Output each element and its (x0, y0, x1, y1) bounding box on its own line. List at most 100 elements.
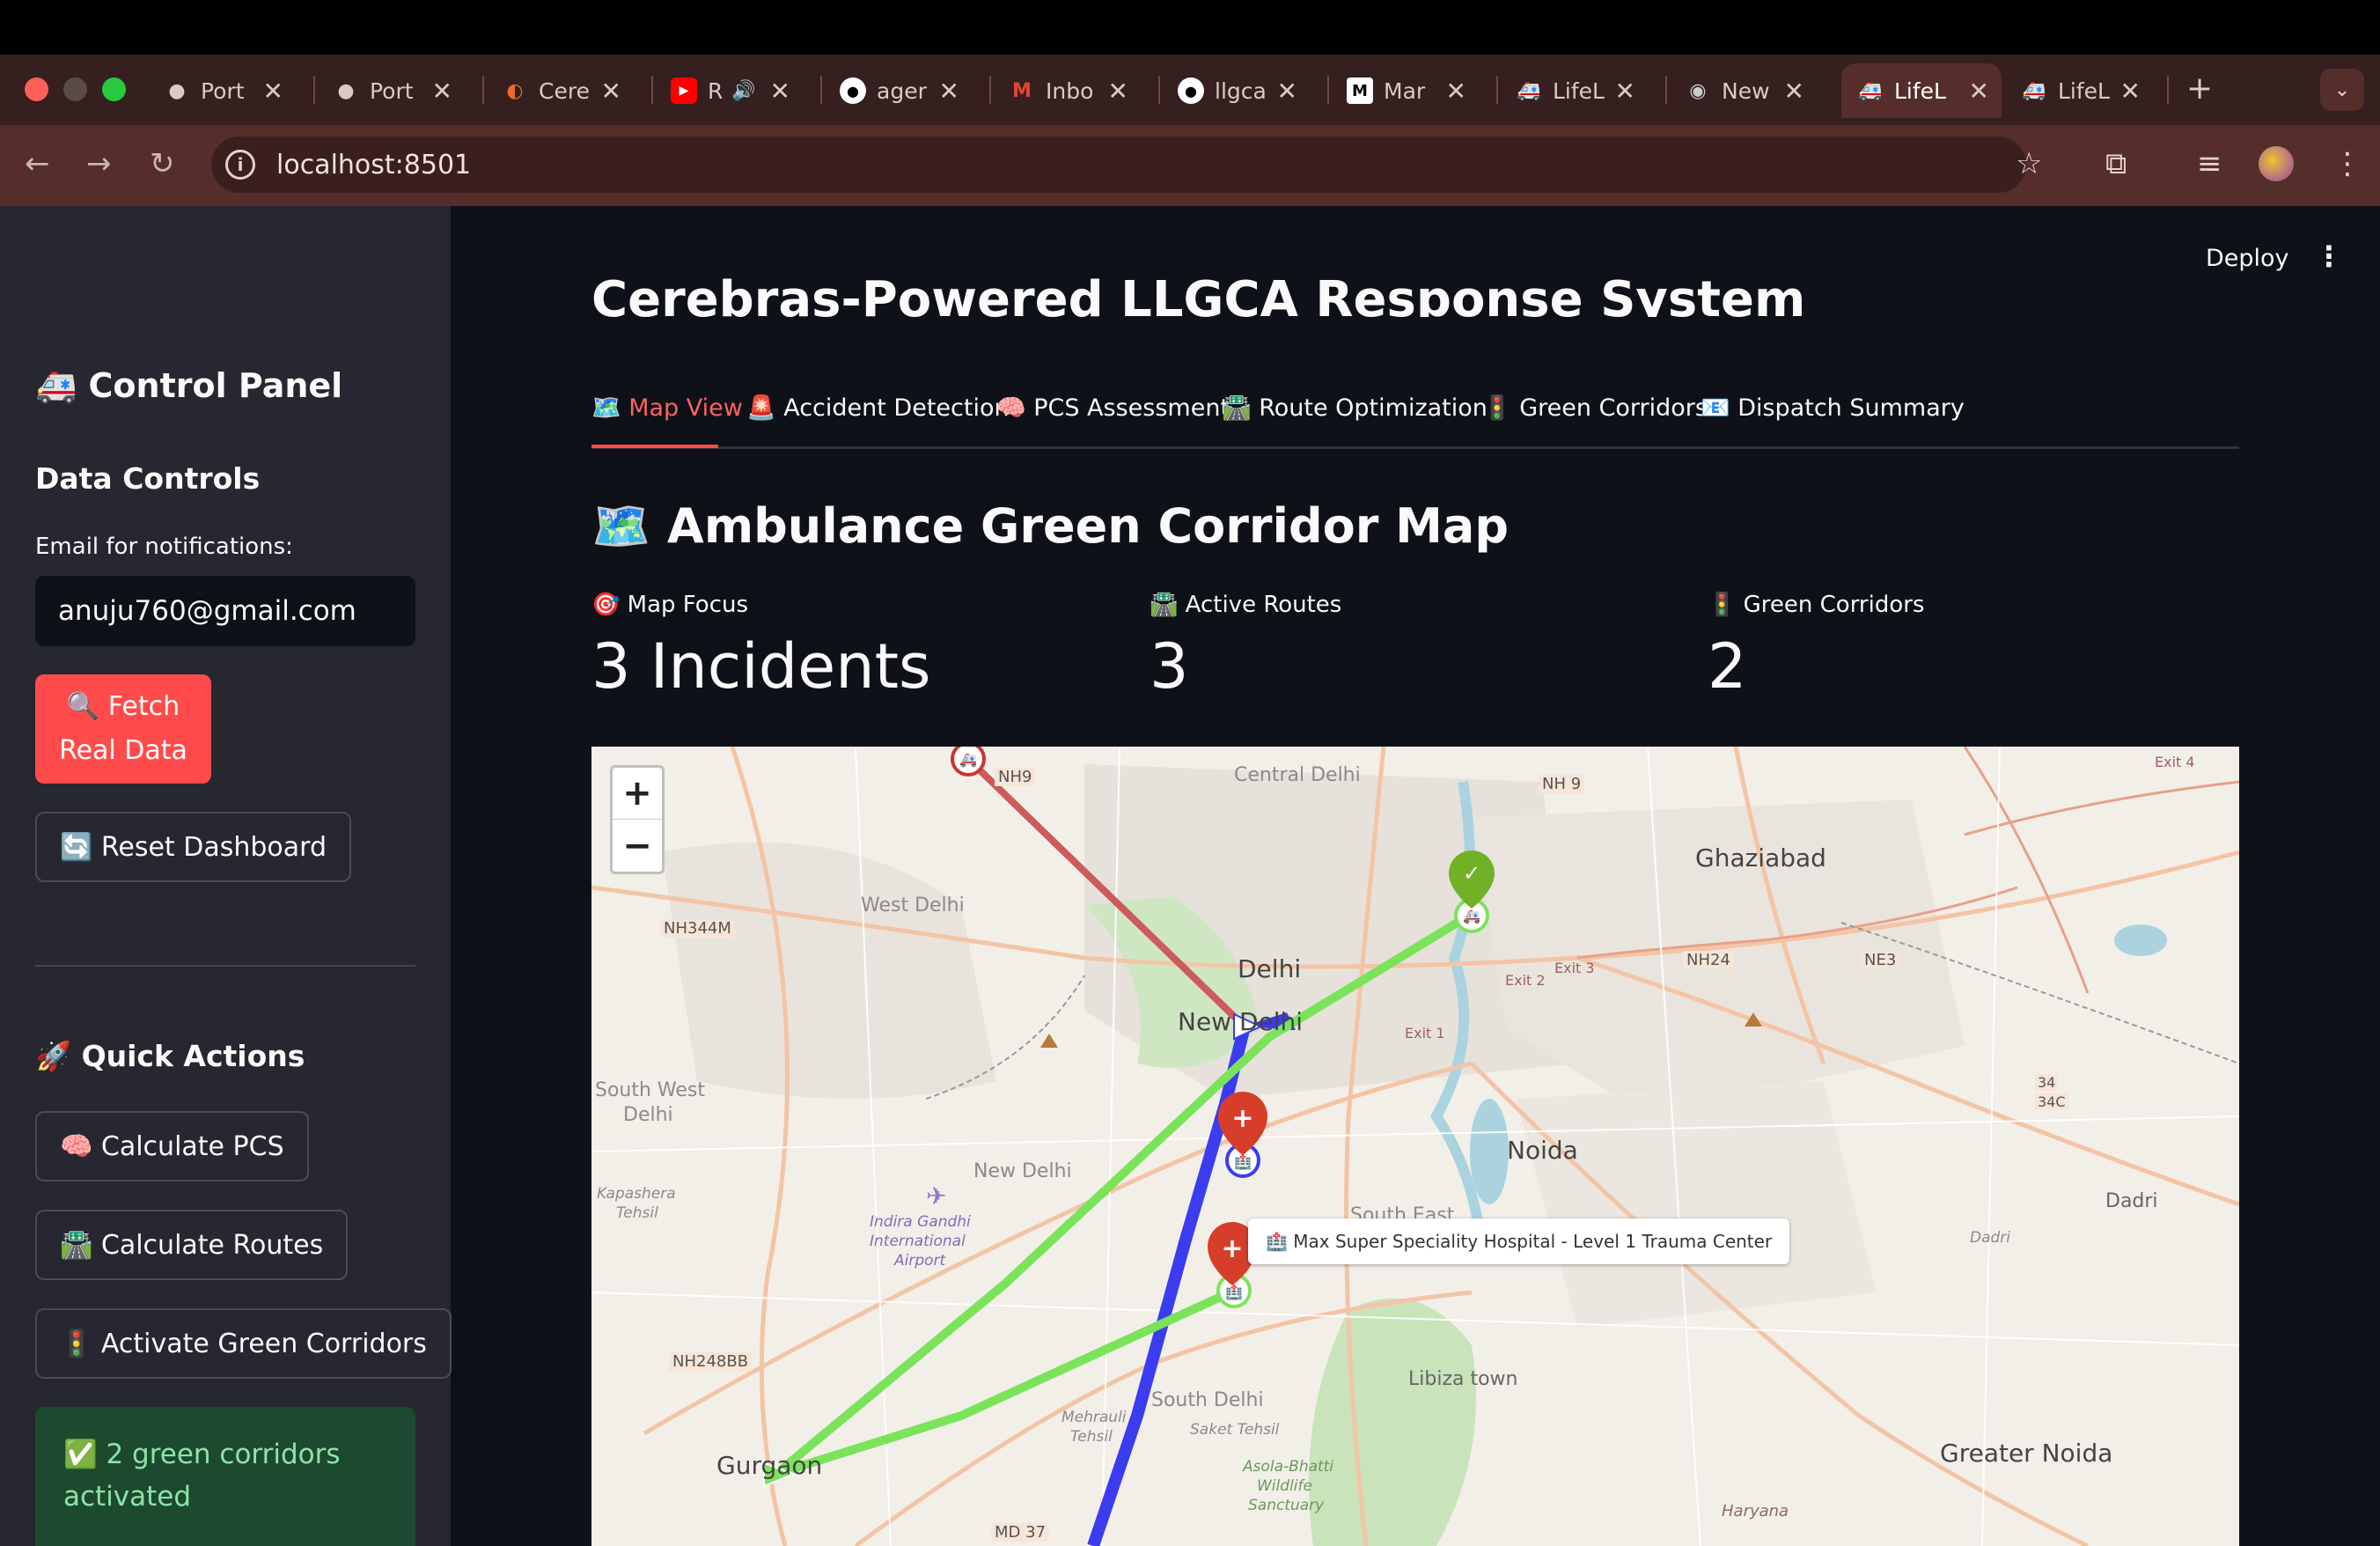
browser-tab[interactable]: ● Port ✕ (164, 63, 296, 118)
tab-separator (1327, 76, 1329, 104)
ambulance-icon: 🚑 (1463, 908, 1480, 924)
tab-separator (989, 76, 991, 104)
success-text-line2: activated (63, 1481, 192, 1513)
sidebar-divider (35, 965, 415, 967)
tab-separator (1496, 76, 1498, 104)
ambulance-icon: 🚑 (1858, 79, 1883, 102)
browser-tab[interactable]: ◉ New ✕ (1685, 63, 1817, 118)
tab-accident-detection[interactable]: 🚨 Accident Detection (746, 394, 1010, 449)
browser-tab[interactable]: ● ager ✕ (840, 63, 972, 118)
close-icon[interactable]: ✕ (1446, 77, 1466, 106)
minimize-window-button[interactable] (63, 77, 87, 101)
close-icon[interactable]: ✕ (601, 77, 621, 106)
browser-tab[interactable]: 🚑 LifeL ✕ (2021, 63, 2153, 118)
map-label: Exit 4 (2155, 754, 2195, 770)
map-label: Indira Gandhi (870, 1213, 971, 1231)
map-label: Dadri (2105, 1190, 2158, 1212)
zoom-out-button[interactable]: − (613, 821, 662, 872)
address-url[interactable]: localhost:8501 (276, 150, 471, 180)
close-icon[interactable]: ✕ (939, 77, 959, 106)
forward-button[interactable]: → (86, 146, 112, 181)
activate-green-corridors-button[interactable]: 🚦 Activate Green Corridors (35, 1308, 452, 1379)
tab-green-corridors[interactable]: 🚦 Green Corridors (1482, 394, 1708, 449)
browser-tab[interactable]: ◐ Cere ✕ (502, 63, 634, 118)
deploy-button[interactable]: Deploy (2206, 245, 2289, 272)
email-field[interactable]: anuju760@gmail.com (35, 576, 415, 646)
map-label: Wildlife (1257, 1477, 1312, 1495)
browser-tab[interactable]: ● llgca ✕ (1178, 63, 1310, 118)
map-label: Exit 2 (1505, 972, 1546, 989)
tab-search-button[interactable]: ⌄ (2320, 69, 2364, 111)
address-bar[interactable] (211, 136, 2026, 193)
close-window-button[interactable] (25, 77, 48, 101)
close-icon[interactable]: ✕ (770, 77, 790, 106)
quick-actions-heading: 🚀 Quick Actions (35, 1039, 305, 1073)
hospital-icon: 🏥 (1225, 1284, 1243, 1300)
map-label: International (870, 1233, 966, 1250)
back-button[interactable]: ← (25, 146, 50, 181)
map-base-layer: 🚑 🚑 ✓ 🏥 + 🏥 + ✈ (591, 747, 2239, 1546)
browser-tab[interactable]: ▶ R 🔊 ✕ (671, 63, 803, 118)
close-icon[interactable]: ✕ (1277, 77, 1297, 106)
browser-tab-active[interactable]: 🚑 LifeL ✕ (1841, 63, 2002, 118)
close-icon[interactable]: ✕ (432, 77, 452, 106)
tab-map-view[interactable]: 🗺️ Map View (591, 394, 743, 449)
calculate-pcs-button[interactable]: 🧠 Calculate PCS (35, 1111, 309, 1182)
chevron-down-icon: ⌄ (2333, 78, 2351, 101)
plus-icon: + (1221, 1233, 1243, 1264)
tab-separator (1158, 76, 1160, 104)
map-label: Mehrauli (1061, 1409, 1127, 1426)
map-label: Tehsil (616, 1204, 658, 1222)
site-info-icon[interactable]: i (225, 150, 255, 180)
map-label: Asola-Bhatti (1243, 1458, 1334, 1476)
zoom-in-button[interactable]: + (613, 768, 662, 820)
reset-dashboard-button[interactable]: 🔄 Reset Dashboard (35, 812, 351, 882)
calculate-routes-button[interactable]: 🛣️ Calculate Routes (35, 1210, 349, 1280)
profile-avatar[interactable] (2259, 146, 2294, 181)
map-label: Greater Noida (1940, 1439, 2113, 1468)
hospital-tooltip: 🏥 Max Super Speciality Hospital - Level … (1248, 1218, 1790, 1264)
extensions-icon[interactable]: ⧉ (2105, 146, 2127, 181)
youtube-icon: ▶ (671, 77, 697, 104)
map-label: Central Delhi (1234, 764, 1361, 786)
map-label: Libiza town (1408, 1368, 1518, 1390)
success-alert: ✅ 2 green corridors activated (35, 1407, 415, 1546)
map-label: Kapashera (597, 1185, 676, 1203)
close-icon[interactable]: ✕ (1784, 77, 1804, 106)
map-label: Ghaziabad (1695, 843, 1826, 872)
tab-route-optimization[interactable]: 🛣️ Route Optimization (1222, 394, 1488, 449)
media-controls-icon[interactable]: ≡ (2197, 146, 2222, 181)
close-icon[interactable]: ✕ (1108, 77, 1128, 106)
medium-icon: M (1347, 77, 1373, 104)
main-menu-icon[interactable]: ⋮ (2315, 239, 2343, 273)
sidebar-title: 🚑 Control Panel (35, 366, 343, 405)
tab-dispatch-summary[interactable]: 📧 Dispatch Summary (1701, 394, 1965, 449)
browser-tab[interactable]: 🚑 LifeL ✕ (1516, 63, 1648, 118)
browser-tab[interactable]: ● Port ✕ (333, 63, 465, 118)
close-icon[interactable]: ✕ (263, 77, 283, 106)
browser-menu-icon[interactable]: ⋮ (2332, 146, 2362, 181)
speaker-icon[interactable]: 🔊 (731, 80, 755, 102)
map-label: Exit 3 (1554, 960, 1595, 976)
close-icon[interactable]: ✕ (2120, 77, 2141, 106)
map-canvas[interactable]: 🚑 🚑 ✓ 🏥 + 🏥 + ✈ Central Delhi NH9 NH 9 G… (591, 747, 2239, 1546)
reload-button[interactable]: ↻ (150, 146, 175, 181)
map-label: New Delhi (973, 1160, 1072, 1182)
road-shield: NE3 (1861, 951, 1900, 969)
tab-list: 🗺️ Map View 🚨 Accident Detection 🧠 PCS A… (591, 394, 2239, 449)
new-tab-button[interactable]: + (2186, 70, 2213, 107)
browser-tab[interactable]: M Inbo ✕ (1009, 63, 1141, 118)
fetch-real-data-button[interactable]: 🔍 Fetch Real Data (35, 674, 211, 784)
tab-pcs-assessment[interactable]: 🧠 PCS Assessment (996, 394, 1230, 449)
tab-separator (820, 76, 822, 104)
tab-separator (651, 76, 653, 104)
browser-tab[interactable]: M Mar ✕ (1347, 63, 1479, 118)
active-tab-indicator (591, 445, 718, 448)
close-icon[interactable]: ✕ (1615, 77, 1635, 106)
data-controls-heading: Data Controls (35, 461, 261, 496)
close-icon[interactable]: ✕ (1969, 77, 1989, 106)
maximize-window-button[interactable] (102, 77, 126, 101)
checkmark-icon: ✓ (1463, 861, 1480, 886)
metric-value-active-routes: 3 (1150, 630, 1189, 703)
bookmark-star-icon[interactable]: ☆ (2016, 146, 2042, 181)
